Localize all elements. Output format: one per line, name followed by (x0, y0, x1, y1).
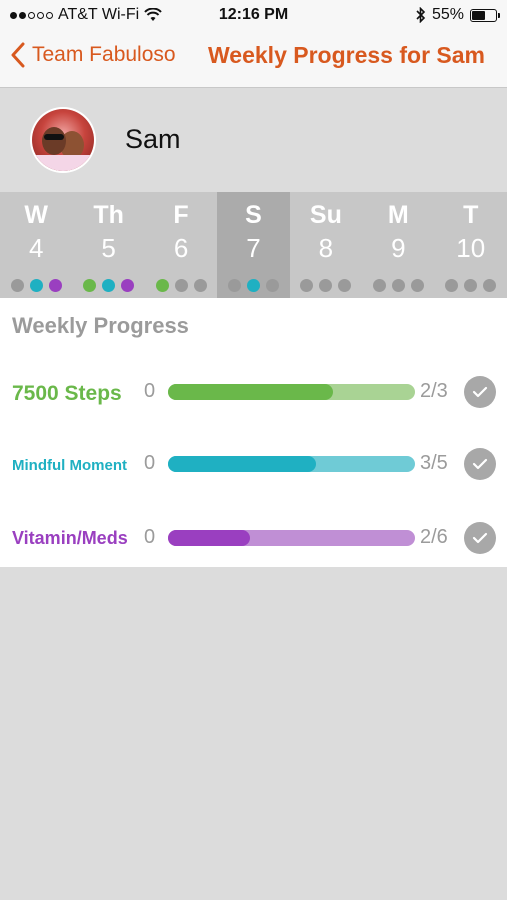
day-number: 7 (246, 233, 261, 263)
day-name: Su (309, 201, 342, 229)
day-number: 10 (456, 233, 486, 263)
status-right: 55% (416, 6, 500, 24)
day-goal-dots (435, 279, 507, 292)
battery-percent: 55% (431, 6, 464, 23)
day-goal-dots (72, 279, 144, 292)
weekly-progress-section: Weekly Progress 7500 Steps 0 2/3 Mindful Mo… (0, 298, 507, 567)
chevron-left-icon (11, 42, 25, 68)
calendar-day[interactable]: F6 (145, 192, 217, 298)
goal-status-dot (10, 279, 24, 292)
day-goal-dots (290, 279, 362, 292)
day-name: S (245, 201, 262, 229)
checkmark-icon (472, 386, 488, 398)
goal-progress-bar (168, 456, 415, 472)
goal-status-dot (155, 279, 169, 292)
status-bar: AT&T Wi-Fi 12:16 PM 55% (0, 0, 507, 30)
goal-status-dot (174, 279, 188, 292)
goal-status-dot (48, 279, 62, 292)
day-name: T (463, 201, 479, 229)
goal-status-dot (83, 279, 97, 292)
goal-status-dot (102, 279, 116, 292)
profile-header: Sam (0, 88, 507, 192)
goal-progress-fill (168, 384, 333, 400)
calendar-day[interactable]: Su 8 (290, 192, 362, 298)
day-goal-dots (362, 279, 434, 292)
profile-name: Sam (125, 124, 181, 154)
checkmark-button[interactable] (464, 376, 496, 408)
avatar-photo (32, 109, 94, 171)
day-goal-dots (145, 279, 217, 292)
back-button[interactable]: Team Fabuloso (10, 42, 176, 68)
goal-status-dot (227, 279, 241, 292)
day-number: 6 (173, 233, 189, 263)
goal-label: 7500 Steps (12, 382, 122, 405)
day-name: F (173, 201, 189, 229)
day-name: Th (93, 201, 124, 229)
goal-status-dot (300, 279, 314, 292)
calendar-day[interactable]: S7 (217, 192, 290, 298)
battery-icon (470, 8, 500, 22)
goal-status-dot (445, 279, 459, 292)
goal-status-dot (483, 279, 497, 292)
goal-min-value: 0 (144, 452, 156, 474)
goal-status-dot (372, 279, 386, 292)
calendar-day[interactable]: Th 5 (72, 192, 144, 298)
goal-row: 7500 Steps 0 2/3 (0, 372, 507, 412)
day-number: 9 (391, 233, 406, 263)
goal-status-dot (193, 279, 207, 292)
bluetooth-icon (416, 7, 426, 23)
checkmark-icon (472, 532, 488, 544)
checkmark-icon (472, 458, 488, 470)
goal-count: 2/3 (420, 380, 448, 402)
goal-label: Vitamin/Meds (12, 528, 128, 548)
day-number: 4 (28, 233, 44, 263)
goal-status-dot (265, 279, 279, 292)
goal-status-dot (464, 279, 478, 292)
day-name: M (387, 201, 409, 229)
calendar-day[interactable]: M9 (362, 192, 434, 298)
goal-row: Vitamin/Meds 0 2/6 (0, 518, 507, 558)
battery-level (472, 10, 485, 20)
goal-count: 2/6 (420, 526, 448, 548)
day-goal-dots (0, 279, 72, 292)
day-number: 8 (318, 233, 334, 263)
goal-progress-bar (168, 530, 415, 546)
goal-status-dot (246, 279, 260, 292)
day-number: 5 (101, 233, 116, 263)
calendar-day[interactable]: T 10 (435, 192, 507, 298)
goal-progress-bar (168, 384, 415, 400)
page-title: Weekly Progress for Sam (208, 42, 485, 68)
goal-min-value: 0 (144, 526, 156, 548)
goal-count: 3/5 (420, 452, 448, 474)
week-calendar: W 4 Th 5 F 6 S 7 Su 8 M 9 T 10 (0, 192, 507, 298)
goal-status-dot (410, 279, 424, 292)
checkmark-button[interactable] (464, 522, 496, 554)
goal-status-dot (319, 279, 333, 292)
calendar-day[interactable]: W4 (0, 192, 72, 298)
goal-status-dot (121, 279, 135, 292)
goal-label: Mindful Moment (12, 457, 127, 474)
goal-min-value: 0 (144, 380, 156, 402)
day-goal-dots (217, 279, 289, 292)
back-button-label: Team Fabuloso (32, 43, 176, 66)
checkmark-button[interactable] (464, 448, 496, 480)
goal-row: Mindful Moment 0 3/5 (0, 444, 507, 484)
goal-status-dot (391, 279, 405, 292)
goal-progress-fill (168, 530, 251, 546)
section-title: Weekly Progress (12, 313, 189, 338)
day-name: W (24, 201, 49, 229)
goal-status-dot (338, 279, 352, 292)
goal-progress-fill (168, 456, 317, 472)
navigation-bar: Team Fabuloso Weekly Progress for Sam (0, 30, 507, 88)
avatar (30, 107, 96, 173)
goal-status-dot (29, 279, 43, 292)
